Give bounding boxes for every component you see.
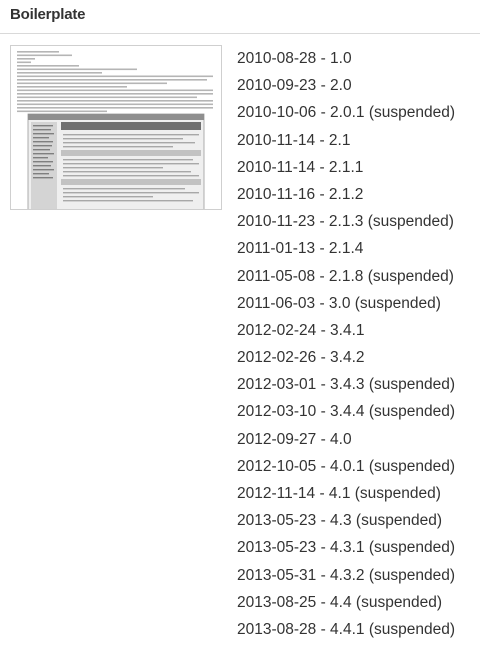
version-item[interactable]: 2010-11-23 - 2.1.3 (suspended) — [237, 208, 455, 235]
version-item[interactable]: 2010-08-28 - 1.0 — [237, 45, 455, 72]
version-item[interactable]: 2010-11-14 - 2.1 — [237, 127, 455, 154]
version-item[interactable]: 2012-02-26 - 3.4.2 — [237, 344, 455, 371]
version-item[interactable]: 2011-01-13 - 2.1.4 — [237, 235, 455, 262]
version-item[interactable]: 2012-10-05 - 4.0.1 (suspended) — [237, 453, 455, 480]
version-item[interactable]: 2010-09-23 - 2.0 — [237, 72, 455, 99]
version-item[interactable]: 2011-05-08 - 2.1.8 (suspended) — [237, 263, 455, 290]
document-thumbnail[interactable] — [10, 45, 222, 210]
version-item[interactable]: 2010-11-16 - 2.1.2 — [237, 181, 455, 208]
version-item[interactable]: 2010-10-06 - 2.0.1 (suspended) — [237, 99, 455, 126]
version-item[interactable]: 2012-11-14 - 4.1 (suspended) — [237, 480, 455, 507]
version-item[interactable]: 2011-06-03 - 3.0 (suspended) — [237, 290, 455, 317]
version-item[interactable]: 2013-08-25 - 4.4 (suspended) — [237, 589, 455, 616]
version-item[interactable]: 2013-08-28 - 4.4.1 (suspended) — [237, 616, 455, 643]
version-item[interactable]: 2010-11-14 - 2.1.1 — [237, 154, 455, 181]
version-item[interactable]: 2012-03-10 - 3.4.4 (suspended) — [237, 398, 455, 425]
page-header: Boilerplate — [0, 0, 480, 34]
version-item[interactable]: 2012-03-01 - 3.4.3 (suspended) — [237, 371, 455, 398]
version-list: 2010-08-28 - 1.0 2010-09-23 - 2.0 2010-10-… — [237, 45, 455, 643]
version-item[interactable]: 2013-05-23 - 4.3 (suspended) — [237, 507, 455, 534]
version-item[interactable]: 2012-09-27 - 4.0 — [237, 426, 455, 453]
page-title: Boilerplate — [10, 6, 86, 23]
version-item[interactable]: 2013-05-23 - 4.3.1 (suspended) — [237, 534, 455, 561]
version-item[interactable]: 2012-02-24 - 3.4.1 — [237, 317, 455, 344]
version-item[interactable]: 2013-05-31 - 4.3.2 (suspended) — [237, 562, 455, 589]
document-preview-graphic — [11, 46, 221, 209]
